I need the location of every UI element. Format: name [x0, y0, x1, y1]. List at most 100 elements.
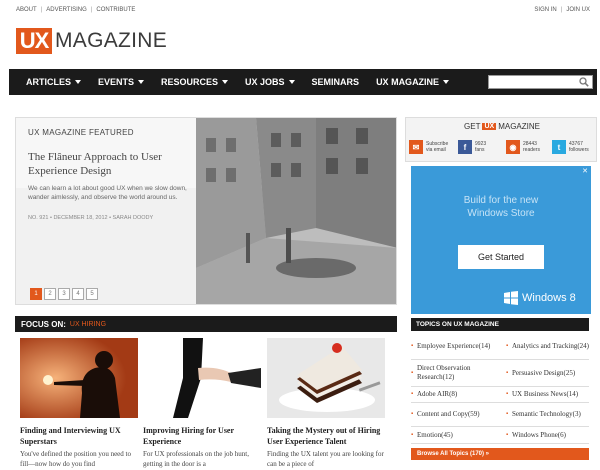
- social-text: 9923 fans: [475, 141, 486, 153]
- caret-down-icon: [138, 80, 145, 84]
- search-icon[interactable]: [579, 77, 589, 87]
- twitter-icon: t: [552, 140, 566, 154]
- utility-links-left: ABOUT | ADVERTISING | CONTRIBUTE: [16, 7, 135, 13]
- pager-button-3[interactable]: 3: [58, 288, 70, 300]
- card-image-silhouette[interactable]: [20, 338, 138, 418]
- featured-label: UX MAGAZINE FEATURED: [28, 128, 134, 137]
- card-image-cake[interactable]: [267, 338, 385, 418]
- topic-link[interactable]: Persuasive Design(25): [506, 360, 589, 387]
- ad-headline: Build for the new Windows Store: [411, 194, 591, 220]
- pager-button-1[interactable]: 1: [30, 288, 42, 300]
- advertising-link[interactable]: ADVERTISING: [46, 7, 87, 13]
- site-logo[interactable]: UX MAGAZINE: [16, 26, 167, 56]
- pager-button-2[interactable]: 2: [44, 288, 56, 300]
- card-description: You've defined the position you need to …: [20, 450, 131, 468]
- nav-articles[interactable]: ARTICLES: [26, 77, 81, 87]
- windows-brand: Windows 8: [504, 291, 576, 305]
- social-line2: followers: [569, 147, 589, 153]
- social-line2: readers: [523, 147, 540, 153]
- nav-events[interactable]: EVENTS: [98, 77, 145, 87]
- nav-ux-jobs[interactable]: UX JOBS: [245, 77, 295, 87]
- search-input[interactable]: [488, 75, 593, 89]
- pager-button-5[interactable]: 5: [86, 288, 98, 300]
- featured-description: We can learn a lot about good UX when we…: [28, 185, 187, 201]
- nav-ux-magazine[interactable]: UX MAGAZINE: [376, 77, 450, 87]
- card-photo: [20, 338, 138, 418]
- facebook-icon: f: [458, 140, 472, 154]
- pager-button-4[interactable]: 4: [72, 288, 84, 300]
- topics-heading: TOPICS ON UX MAGAZINE: [411, 318, 589, 331]
- social-rss[interactable]: ◉ 28443 readers: [506, 140, 540, 154]
- separator: |: [560, 7, 563, 13]
- ad-brand-text: Windows 8: [522, 292, 576, 304]
- sign-in-link[interactable]: SIGN IN: [534, 7, 556, 13]
- social-text: 43767 followers: [569, 141, 589, 153]
- main-nav: ARTICLES EVENTS RESOURCES UX JOBS SEMINA…: [9, 69, 597, 95]
- ad-line2: Windows Store: [467, 208, 535, 219]
- topic-link[interactable]: Windows Phone(6): [506, 427, 589, 444]
- get-magazine-title: GET UX MAGAZINE: [406, 122, 598, 131]
- nav-label: RESOURCES: [161, 77, 219, 87]
- get-ux-mark: UX: [482, 123, 497, 130]
- social-text: Subscribe via email: [426, 141, 448, 153]
- windows-logo-icon: [504, 291, 518, 305]
- ad-close-icon[interactable]: ✕: [582, 167, 588, 175]
- focus-topic-link[interactable]: UX HIRING: [70, 321, 106, 328]
- topic-link[interactable]: Emotion(45): [411, 427, 506, 444]
- card-title[interactable]: Improving Hiring for User Experience: [143, 425, 263, 447]
- topic-link[interactable]: Direct Observation Research(12): [411, 360, 506, 387]
- caret-down-icon: [443, 80, 450, 84]
- topics-list: Employee Experience(14) Analytics and Tr…: [411, 333, 589, 447]
- social-twitter[interactable]: t 43767 followers: [552, 140, 589, 154]
- card-description: Finding the UX talent you are looking fo…: [267, 450, 384, 468]
- card-title[interactable]: Taking the Mystery out of Hiring User Ex…: [267, 425, 387, 447]
- nav-label: UX JOBS: [245, 77, 285, 87]
- featured-title[interactable]: The Flâneur Approach to User Experience …: [28, 150, 193, 178]
- topic-link[interactable]: Semantic Technology(3): [506, 403, 589, 427]
- browse-all-topics-button[interactable]: Browse All Topics (170) »: [411, 448, 589, 460]
- utility-links-right: SIGN IN | JOIN UX: [534, 7, 590, 13]
- nav-label: UX MAGAZINE: [376, 77, 440, 87]
- featured-overlay: [16, 118, 196, 304]
- featured-meta: NO. 921 • DECEMBER 18, 2012 • SARAH DOOD…: [28, 215, 154, 221]
- social-email[interactable]: ✉ Subscribe via email: [409, 140, 448, 154]
- featured-slider[interactable]: UX MAGAZINE FEATURED The Flâneur Approac…: [15, 117, 397, 305]
- slider-pager: 1 2 3 4 5: [30, 288, 98, 300]
- social-line2: fans: [475, 147, 485, 153]
- topic-link[interactable]: Adobe AIR(8): [411, 387, 506, 403]
- get-started-button[interactable]: Get Started: [458, 245, 544, 269]
- ad-line1: Build for the new: [463, 195, 539, 206]
- separator: |: [40, 7, 43, 13]
- rss-icon: ◉: [506, 140, 520, 154]
- card-image-handshake[interactable]: [143, 338, 261, 418]
- nav-label: EVENTS: [98, 77, 135, 87]
- topic-link[interactable]: UX Business News(14): [506, 387, 589, 403]
- separator: |: [90, 7, 93, 13]
- social-line2: via email: [426, 147, 446, 153]
- contribute-link[interactable]: CONTRIBUTE: [96, 7, 135, 13]
- windows-ad[interactable]: ✕ Build for the new Windows Store Get St…: [411, 166, 591, 314]
- social-facebook[interactable]: f 9923 fans: [458, 140, 486, 154]
- focus-bar: FOCUS ON: UX HIRING: [15, 316, 397, 332]
- nav-seminars[interactable]: SEMINARS: [312, 77, 360, 87]
- topic-link[interactable]: Employee Experience(14): [411, 333, 506, 360]
- get-prefix: GET: [464, 122, 481, 131]
- utility-bar: ABOUT | ADVERTISING | CONTRIBUTE SIGN IN…: [0, 0, 600, 18]
- nav-resources[interactable]: RESOURCES: [161, 77, 229, 87]
- get-suffix: MAGAZINE: [498, 122, 540, 131]
- card-title[interactable]: Finding and Interviewing UX Superstars: [20, 425, 140, 447]
- about-link[interactable]: ABOUT: [16, 7, 37, 13]
- topic-link[interactable]: Analytics and Tracking(24): [506, 333, 589, 360]
- topic-link[interactable]: Content and Copy(59): [411, 403, 506, 427]
- caret-down-icon: [222, 80, 229, 84]
- get-magazine-box: GET UX MAGAZINE ✉ Subscribe via email f 9…: [405, 117, 597, 162]
- focus-label: FOCUS ON:: [21, 319, 66, 329]
- logo-wordmark: MAGAZINE: [55, 29, 168, 52]
- join-link[interactable]: JOIN UX: [566, 7, 590, 13]
- card-description: For UX professionals on the job hunt, ge…: [143, 450, 249, 468]
- card-photo: [267, 338, 385, 418]
- card-photo: [143, 338, 261, 418]
- logo-ux-mark: UX: [16, 28, 52, 54]
- email-icon: ✉: [409, 140, 423, 154]
- social-text: 28443 readers: [523, 141, 540, 153]
